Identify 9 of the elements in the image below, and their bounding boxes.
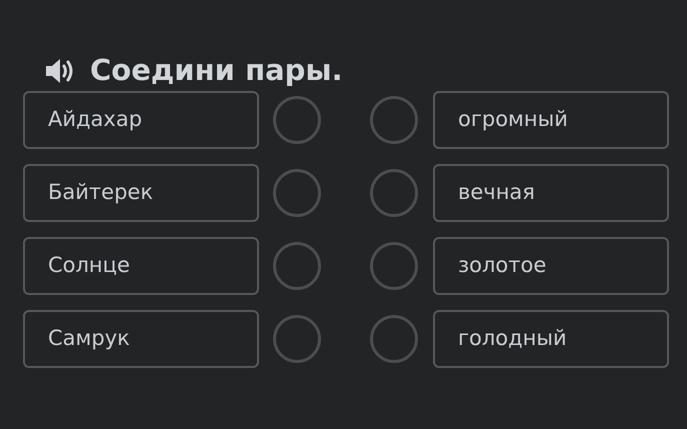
word-card[interactable]: Байтерек (23, 164, 259, 222)
word-card[interactable]: золотое (433, 237, 669, 295)
word-card[interactable]: Солнце (23, 237, 259, 295)
word-card[interactable]: Айдахар (23, 91, 259, 149)
task-title: Соедини пары. (90, 52, 343, 90)
word-card[interactable]: Самрук (23, 310, 259, 368)
word-card[interactable]: вечная (433, 164, 669, 222)
word-card[interactable]: огромный (433, 91, 669, 149)
word-card[interactable]: голодный (433, 310, 669, 368)
